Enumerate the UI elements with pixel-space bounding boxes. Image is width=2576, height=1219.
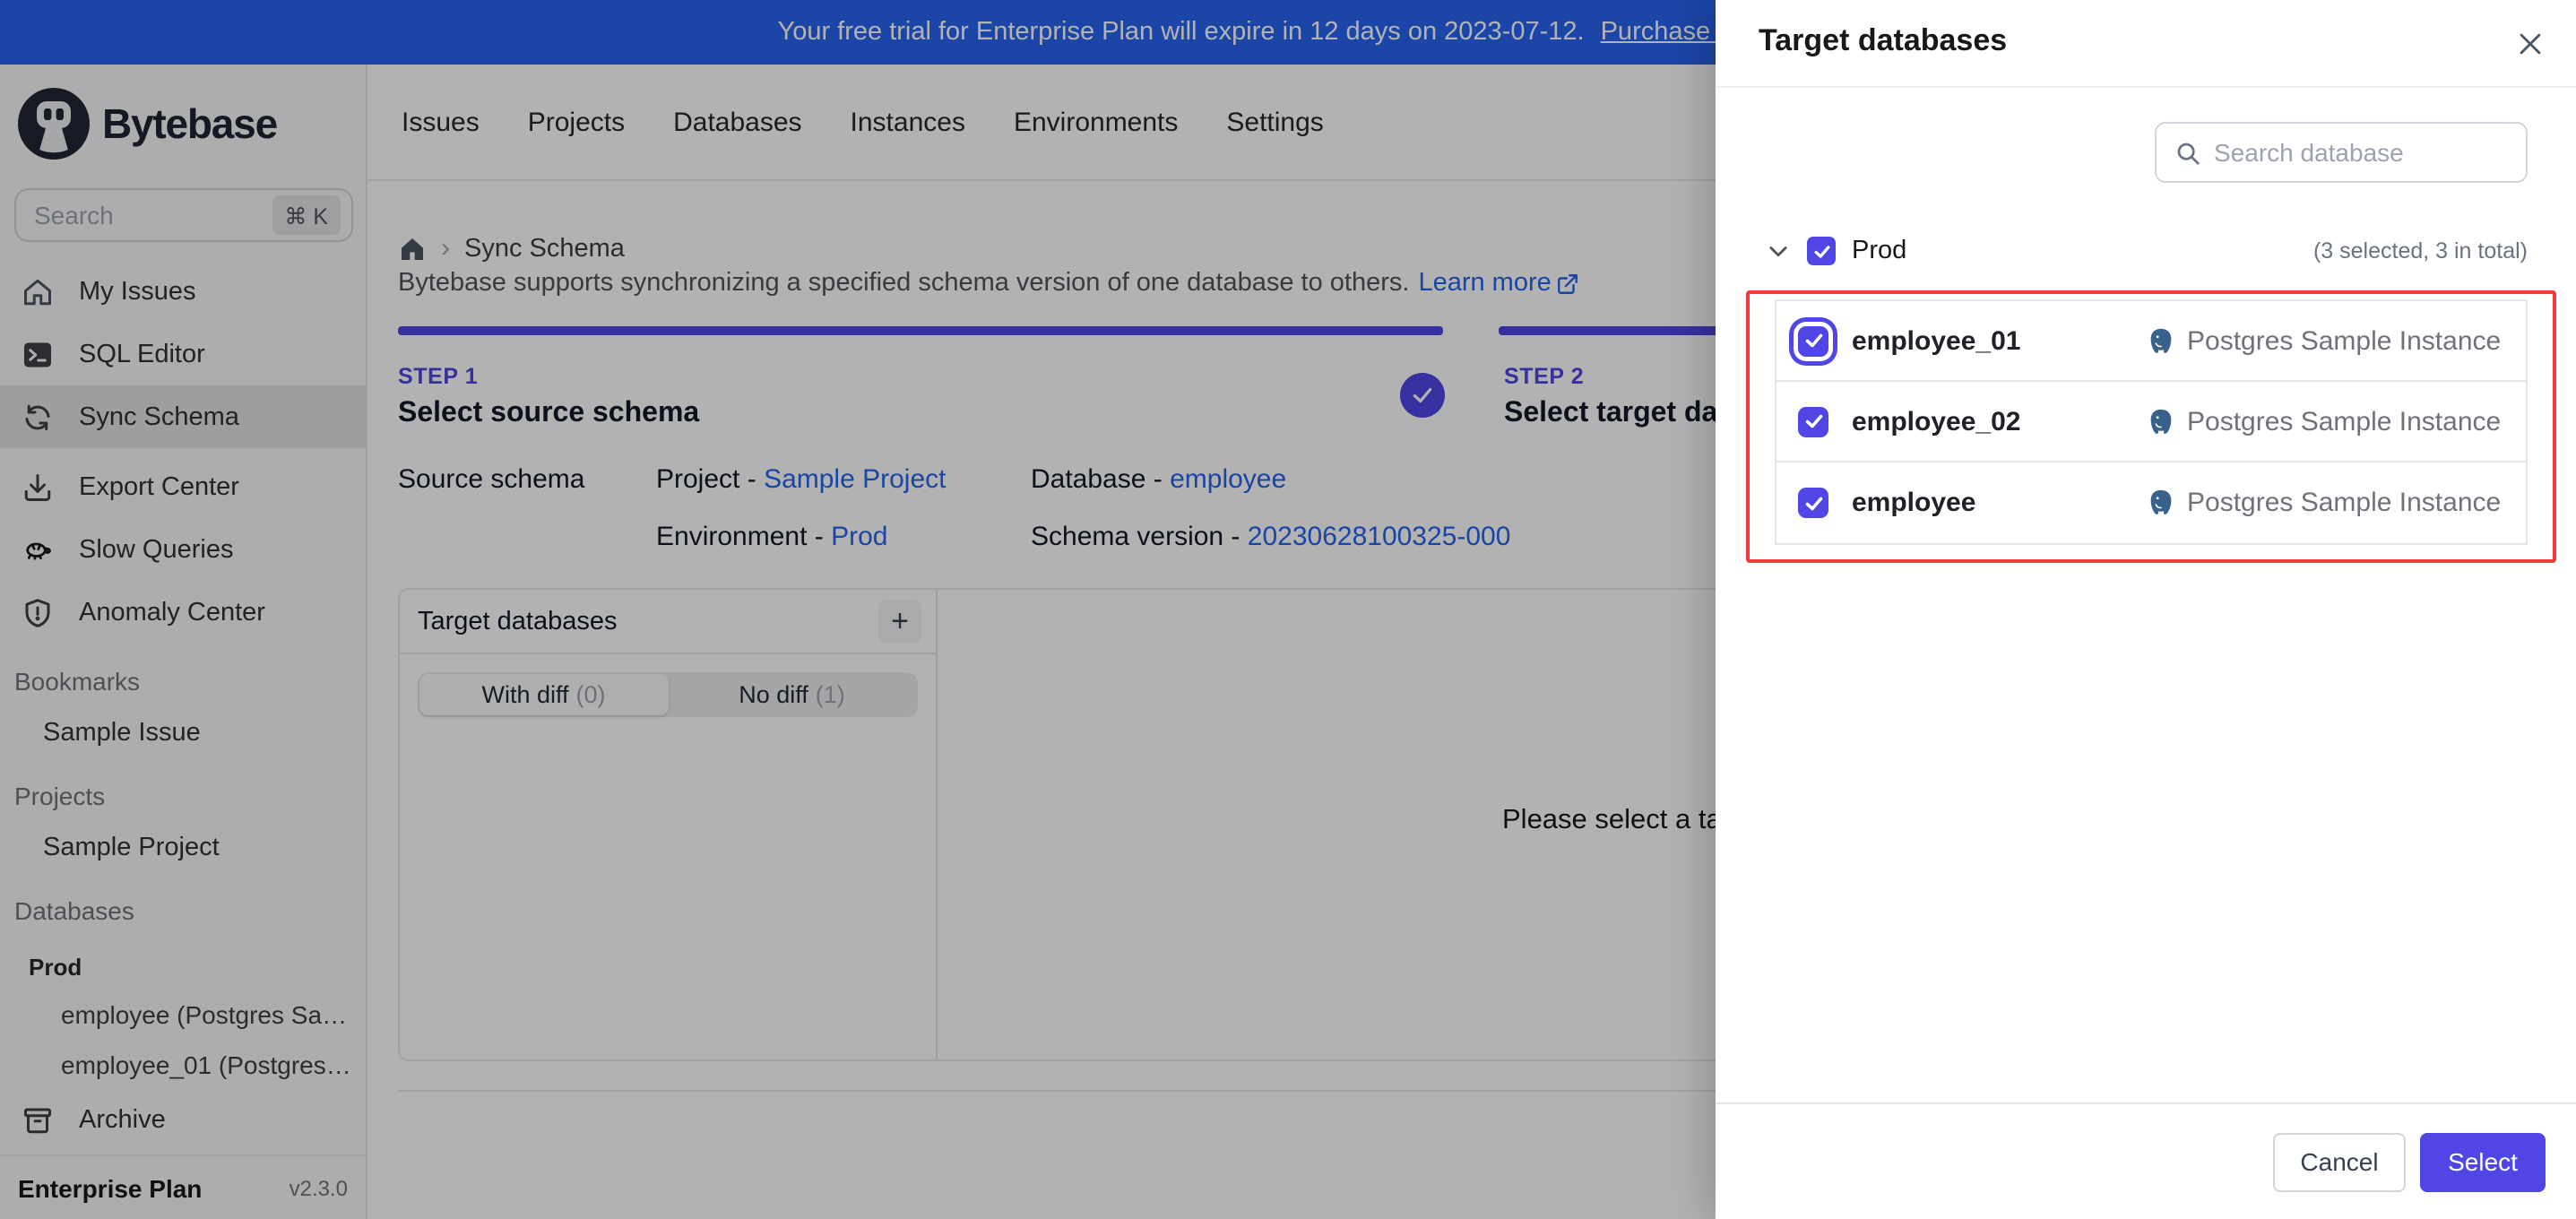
cancel-button[interactable]: Cancel xyxy=(2273,1132,2406,1191)
search-icon xyxy=(2177,142,2200,164)
selection-summary: (3 selected, 3 in total) xyxy=(2312,238,2528,264)
database-search-input[interactable]: Search database xyxy=(2155,122,2528,183)
database-search-placeholder: Search database xyxy=(2214,138,2404,167)
prod-group-checkbox[interactable] xyxy=(1807,237,1836,265)
select-button[interactable]: Select xyxy=(2420,1132,2546,1191)
environment-group-name: Prod xyxy=(1852,237,1907,265)
drawer-title: Target databases xyxy=(1759,23,2008,57)
chevron-down-icon[interactable] xyxy=(1766,238,1791,264)
bytebase-app: Your free trial for Enterprise Plan will… xyxy=(0,0,2576,1219)
close-icon[interactable] xyxy=(2506,20,2553,66)
drawer-header-divider xyxy=(1716,86,2576,88)
target-databases-drawer: Target databases Search database Prod (3… xyxy=(1716,0,2576,1219)
environment-group-row: Prod (3 selected, 3 in total) xyxy=(1766,231,2528,271)
drawer-footer: Cancel Select xyxy=(1716,1102,2576,1219)
annotation-highlight-box xyxy=(1746,290,2556,563)
